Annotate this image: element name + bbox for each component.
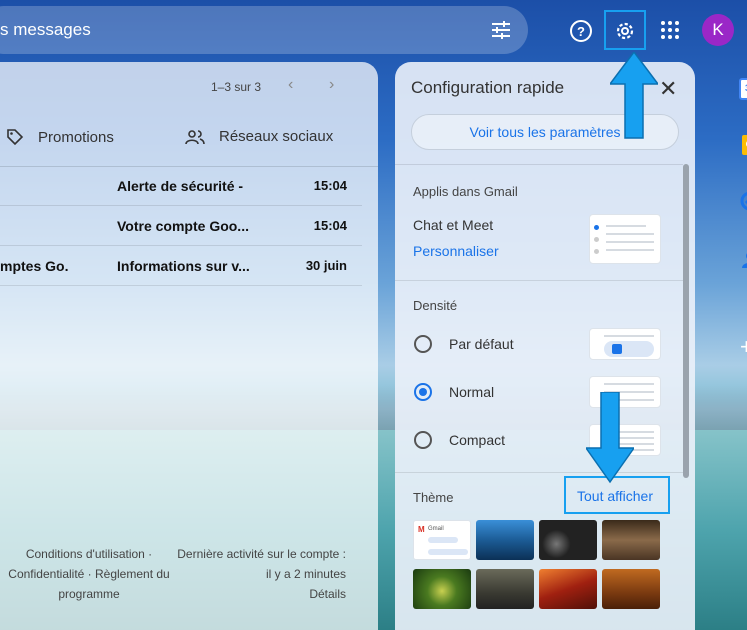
theme-chess[interactable]	[602, 520, 660, 560]
footer-privacy-link[interactable]: Confidentialité · Règlement du	[0, 564, 178, 584]
keep-icon[interactable]	[739, 134, 747, 156]
footer-legal: Conditions d'utilisation · Confidentiali…	[0, 544, 178, 604]
density-normal-radio[interactable]	[414, 383, 432, 401]
email-sender: mptes Go.	[0, 258, 69, 274]
apps-item-label: Chat et Meet	[413, 217, 494, 233]
email-row[interactable]: Alerte de sécurité - 15:04	[0, 166, 362, 206]
contacts-icon[interactable]	[739, 248, 747, 270]
tab-social[interactable]: Réseaux sociaux	[185, 128, 333, 145]
divider	[395, 164, 683, 165]
email-row[interactable]: Votre compte Goo... 15:04	[0, 206, 362, 246]
gear-icon[interactable]	[610, 16, 640, 46]
footer-activity-time: il y a 2 minutes	[265, 567, 346, 581]
tab-promotions[interactable]: Promotions	[6, 128, 114, 146]
tag-icon	[7, 129, 24, 146]
chevron-left-icon[interactable]: ‹	[288, 76, 293, 94]
theme-lake[interactable]	[476, 520, 534, 560]
avatar[interactable]: K	[702, 14, 734, 46]
email-subject: Informations sur v...	[117, 258, 250, 274]
theme-section-title: Thème	[413, 490, 454, 505]
search-bar[interactable]: s messages	[0, 6, 528, 54]
theme-flower[interactable]	[413, 569, 471, 609]
theme-canyon[interactable]	[539, 569, 597, 609]
theme-forest[interactable]	[476, 569, 534, 609]
footer-program-link[interactable]: programme	[0, 584, 178, 604]
theme-default-gmail-label: Gmail	[428, 526, 444, 532]
tasks-icon[interactable]	[739, 190, 747, 212]
help-icon[interactable]: ?	[566, 16, 596, 46]
people-icon	[185, 129, 205, 144]
divider	[395, 472, 683, 473]
pagination-text: 1–3 sur 3	[211, 80, 262, 94]
density-normal-label[interactable]: Normal	[449, 384, 494, 400]
customize-link[interactable]: Personnaliser	[413, 243, 499, 259]
density-compact-radio[interactable]	[414, 431, 432, 449]
tab-promotions-label: Promotions	[38, 128, 114, 146]
apps-section-title: Applis dans Gmail	[413, 184, 518, 199]
mail-list-panel: 1–3 sur 3 ‹ › Promotions Réseaux sociaux…	[0, 62, 378, 630]
density-default-thumbnail[interactable]	[589, 328, 661, 360]
chat-meet-thumbnail	[589, 214, 661, 264]
scrollbar[interactable]	[683, 164, 689, 478]
footer-activity: Dernière activité sur le compte : il y a…	[170, 544, 346, 604]
tab-social-label: Réseaux sociaux	[219, 128, 334, 145]
filter-icon[interactable]	[488, 18, 514, 42]
arrow-up-icon	[610, 52, 658, 139]
theme-default[interactable]: M Gmail	[413, 520, 471, 560]
email-date: 15:04	[313, 218, 347, 233]
email-row[interactable]: mptes Go. Informations sur v... 30 juin	[0, 246, 362, 286]
divider	[395, 280, 683, 281]
email-subject: Alerte de sécurité -	[117, 178, 244, 194]
density-default-radio[interactable]	[414, 335, 432, 353]
show-all-themes-link[interactable]: Tout afficher	[577, 488, 653, 504]
density-default-label[interactable]: Par défaut	[449, 336, 514, 352]
quick-settings-panel: Configuration rapide ✕ Voir tous les par…	[395, 62, 695, 630]
email-date: 30 juin	[305, 258, 347, 273]
search-input-text[interactable]: s messages	[0, 20, 91, 40]
arrow-down-icon	[586, 392, 634, 484]
svg-text:?: ?	[577, 24, 585, 39]
footer-terms-link[interactable]: Conditions d'utilisation ·	[0, 544, 178, 564]
email-date: 15:04	[313, 178, 347, 193]
footer-details-link[interactable]: Détails	[170, 584, 346, 604]
chevron-right-icon[interactable]: ›	[329, 76, 334, 94]
theme-pipes[interactable]	[539, 520, 597, 560]
email-subject: Votre compte Goo...	[117, 218, 249, 234]
apps-icon[interactable]	[655, 15, 685, 45]
theme-leaves[interactable]	[602, 569, 660, 609]
quick-settings-title: Configuration rapide	[411, 78, 565, 97]
calendar-icon[interactable]: 31	[739, 78, 747, 100]
density-section-title: Densité	[413, 298, 458, 313]
footer-activity-label: Dernière activité sur le compte :	[177, 547, 346, 561]
density-compact-label[interactable]: Compact	[449, 432, 505, 448]
add-icon[interactable]: +	[740, 336, 747, 358]
close-icon[interactable]: ✕	[659, 76, 677, 102]
